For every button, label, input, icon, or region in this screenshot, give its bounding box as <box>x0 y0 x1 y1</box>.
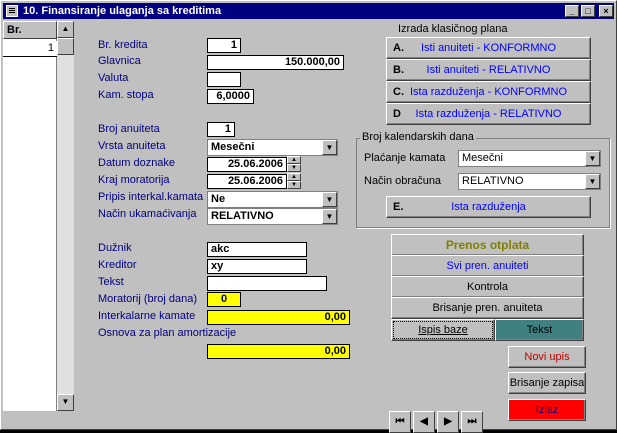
plan-c-key: C. <box>393 86 404 98</box>
form-icon[interactable] <box>6 5 18 17</box>
br-kredita-field[interactable]: 1 <box>207 38 241 53</box>
nacin-ukamacivanja-value: RELATIVNO <box>211 210 274 222</box>
placanje-label: Plaćanje kamata <box>364 152 446 164</box>
osnova-label: Osnova za plan amortizacije <box>98 327 237 339</box>
plan-b-label: Isti anuiteti - RELATIVNO <box>426 64 551 76</box>
vrsta-anuiteta-label: Vrsta anuiteta <box>98 140 166 152</box>
vrsta-anuiteta-select[interactable]: Mesečni ▼ <box>207 139 338 156</box>
plan-title: Izrada klasičnog plana <box>398 23 508 35</box>
plan-a-button[interactable]: A. Isti anuiteti - KONFORMNO <box>386 37 591 59</box>
plan-d-button[interactable]: D Ista razduženja - RELATIVNO <box>386 103 591 125</box>
spin-up-icon[interactable]: ▲ <box>287 156 301 164</box>
kam-stopa-field[interactable]: 6,0000 <box>207 89 254 104</box>
dropdown-arrow-icon[interactable]: ▼ <box>322 209 337 224</box>
nacin-obracuna-label: Način obračuna <box>364 175 442 187</box>
br-kredita-label: Br. kredita <box>98 39 148 51</box>
close-button[interactable]: × <box>599 5 613 17</box>
scroll-thumb[interactable] <box>57 38 74 55</box>
plan-a-label: Isti anuiteti - KONFORMNO <box>420 42 557 54</box>
kreditor-field[interactable]: xy <box>207 259 307 274</box>
vertical-scrollbar[interactable]: ▲ ▼ <box>57 21 74 411</box>
duznik-field[interactable]: akc <box>207 242 307 257</box>
broj-anuiteta-label: Broj anuiteta <box>98 123 160 135</box>
tekst-button[interactable]: Tekst <box>495 319 584 341</box>
record-row[interactable]: 1 <box>3 41 57 57</box>
datum-doznake-field[interactable]: 25.06.2006 <box>207 157 287 172</box>
scroll-down-icon[interactable]: ▼ <box>57 394 74 411</box>
izlaz-button[interactable]: Izlaz <box>508 399 586 421</box>
broj-anuiteta-field[interactable]: 1 <box>207 122 235 137</box>
spin-up-icon[interactable]: ▲ <box>287 173 301 181</box>
brisanje-pren-anuiteta-button[interactable]: Brisanje pren. anuiteta <box>391 297 584 319</box>
placanje-select[interactable]: Mesečni ▼ <box>458 150 601 167</box>
plan-b-button[interactable]: B. Isti anuiteti - RELATIVNO <box>386 59 591 81</box>
dropdown-arrow-icon[interactable]: ▼ <box>585 151 600 166</box>
tekst-field[interactable] <box>207 276 327 291</box>
kontrola-button[interactable]: Kontrola <box>391 276 584 298</box>
kraj-moratorija-label: Kraj moratorija <box>98 174 170 186</box>
osnova-field[interactable]: 0,00 <box>207 344 350 359</box>
moratorij-field[interactable]: 0 <box>207 292 241 307</box>
datum-doznake-label: Datum doznake <box>98 157 176 169</box>
valuta-label: Valuta <box>98 72 129 84</box>
duznik-label: Dužnik <box>98 242 132 254</box>
svi-pren-anuiteti-button[interactable]: Svi pren. anuiteti <box>391 255 584 277</box>
vrsta-anuiteta-value: Mesečni <box>211 141 255 153</box>
app-window: 10. Finansiranje ulaganja sa kreditima _… <box>0 0 617 433</box>
minimize-button[interactable]: _ <box>565 5 579 17</box>
plan-d-label: Ista razduženja - RELATIVNO <box>415 108 562 120</box>
plan-a-key: A. <box>393 42 404 54</box>
novi-upis-button[interactable]: Novi upis <box>508 346 586 368</box>
nacin-obracuna-value: RELATIVNO <box>462 175 524 187</box>
tekst-label: Tekst <box>98 276 124 288</box>
dropdown-arrow-icon[interactable]: ▼ <box>322 140 337 155</box>
nacin-ukamacivanja-label: Način ukamaćivanja <box>98 208 197 220</box>
plan-e-key: E. <box>393 201 404 213</box>
interkalarne-field[interactable]: 0,00 <box>207 310 350 325</box>
spin-down-icon[interactable]: ▼ <box>287 181 301 189</box>
ispis-baze-button[interactable]: Ispis baze <box>391 319 495 341</box>
window-title: 10. Finansiranje ulaganja sa kreditima <box>23 5 222 17</box>
record-list-header: Br. <box>3 21 57 39</box>
dropdown-arrow-icon[interactable]: ▼ <box>322 192 337 207</box>
right-panel: Izrada klasičnog plana A. Isti anuiteti … <box>356 21 611 433</box>
valuta-field[interactable] <box>207 72 241 87</box>
datum-doznake-spinner[interactable]: ▲ ▼ <box>287 156 301 172</box>
prenos-otplata-button[interactable]: Prenos otplata <box>391 234 584 256</box>
kraj-moratorija-spinner[interactable]: ▲ ▼ <box>287 173 301 189</box>
scroll-up-icon[interactable]: ▲ <box>57 21 74 38</box>
glavnica-field[interactable]: 150.000,00 <box>207 55 344 70</box>
record-list: Br. 1 <box>3 21 57 411</box>
plan-b-key: B. <box>393 64 404 76</box>
nacin-ukamacivanja-select[interactable]: RELATIVNO ▼ <box>207 208 338 225</box>
plan-e-label: Ista razduženja <box>451 201 526 213</box>
plan-e-button[interactable]: E. Ista razduženja <box>386 196 591 218</box>
brisanje-zapisa-button[interactable]: Brisanje zapisa <box>508 372 586 394</box>
dropdown-arrow-icon[interactable]: ▼ <box>585 174 600 189</box>
kraj-moratorija-field[interactable]: 25.06.2006 <box>207 174 287 189</box>
spin-down-icon[interactable]: ▼ <box>287 164 301 172</box>
pripis-value: Ne <box>211 193 226 205</box>
kam-stopa-label: Kam. stopa <box>98 89 154 101</box>
moratorij-label: Moratorij (broj dana) <box>98 293 198 305</box>
credit-form: Br. kredita 1 Glavnica 150.000,00 Valuta… <box>86 21 354 411</box>
plan-d-key: D <box>393 108 401 120</box>
glavnica-label: Glavnica <box>98 55 141 67</box>
maximize-button[interactable]: □ <box>581 5 595 17</box>
plan-c-label: Ista razduženja - KONFORMNO <box>409 86 568 98</box>
plan-c-button[interactable]: C. Ista razduženja - KONFORMNO <box>386 81 591 103</box>
nacin-obracuna-select[interactable]: RELATIVNO ▼ <box>458 173 601 190</box>
kalendar-title: Broj kalendarskih dana <box>360 131 476 143</box>
placanje-value: Mesečni <box>462 152 503 164</box>
title-bar: 10. Finansiranje ulaganja sa kreditima _… <box>3 3 614 19</box>
pripis-select[interactable]: Ne ▼ <box>207 191 338 208</box>
kreditor-label: Kreditor <box>98 259 137 271</box>
interkalarne-label: Interkalarne kamate <box>98 310 196 322</box>
pripis-label: Pripis interkal.kamata <box>98 191 204 203</box>
